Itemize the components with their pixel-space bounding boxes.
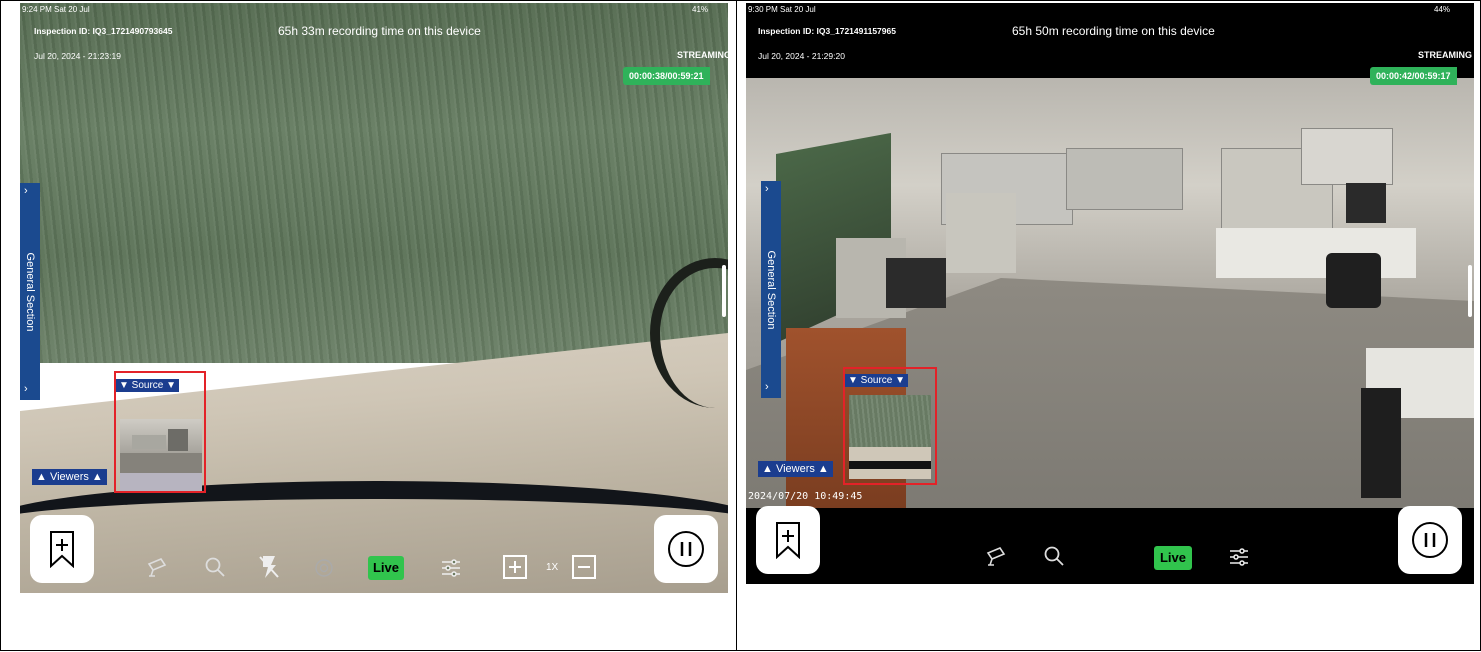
live-button[interactable]: Live	[368, 556, 404, 580]
inspection-datetime: Jul 20, 2024 - 21:29:20	[758, 51, 845, 61]
settings-sliders-icon[interactable]	[1227, 545, 1251, 569]
live-button[interactable]: Live	[1154, 546, 1192, 570]
camera-icon[interactable]	[984, 544, 1008, 568]
scroll-handle[interactable]	[722, 265, 726, 317]
battery-status: 41%	[692, 5, 709, 14]
chevron-right-icon: ›	[24, 383, 28, 395]
flash-off-icon[interactable]	[257, 553, 281, 581]
inspection-id: Inspection ID: IQ3_1721490793645	[34, 26, 173, 36]
bookmark-add-button[interactable]	[30, 515, 94, 583]
recording-time: 65h 50m recording time on this device	[1012, 24, 1215, 38]
bookmark-add-icon	[776, 522, 800, 559]
inspection-datetime: Jul 20, 2024 - 21:23:19	[34, 51, 121, 61]
status-time: 9:24 PM Sat 20 Jul	[22, 5, 90, 14]
bookmark-add-icon	[50, 531, 74, 568]
inspection-id: Inspection ID: IQ3_1721491157965	[758, 26, 896, 36]
chevron-right-icon: ›	[765, 381, 769, 393]
battery-status: 44%	[1434, 5, 1451, 14]
camera-date-stamp: 2024/07/20 10:49:45	[748, 491, 863, 502]
search-icon[interactable]	[203, 555, 227, 579]
camera-feed	[20, 3, 728, 363]
chevron-right-icon: ›	[765, 183, 769, 195]
streaming-status: STREAMING	[1418, 50, 1472, 60]
camera-icon[interactable]	[145, 555, 169, 579]
source-preview	[120, 419, 202, 473]
pause-button[interactable]	[654, 515, 718, 583]
left-screenshot: 9:24 PM Sat 20 Jul 41% Inspection ID: IQ…	[20, 3, 728, 593]
capture-icon[interactable]	[313, 557, 335, 579]
source-preview	[849, 395, 931, 479]
scroll-handle[interactable]	[1468, 265, 1472, 317]
pause-button[interactable]	[1398, 506, 1462, 574]
source-label[interactable]: ▼ Source ▼	[116, 379, 180, 392]
search-icon[interactable]	[1042, 544, 1066, 568]
status-time: 9:30 PM Sat 20 Jul	[748, 5, 816, 14]
general-section-tab[interactable]: › General Section ›	[20, 183, 40, 400]
chevron-right-icon: ›	[24, 185, 28, 197]
source-pip[interactable]: ▼ Source ▼	[843, 367, 937, 485]
bookmark-add-button[interactable]	[756, 506, 820, 574]
pause-icon	[1412, 522, 1448, 558]
recording-time: 65h 33m recording time on this device	[278, 24, 481, 38]
viewers-toggle[interactable]: ▲ Viewers ▲	[32, 469, 107, 485]
pause-icon	[668, 531, 704, 567]
source-pip[interactable]: ▼ Source ▼	[114, 371, 206, 493]
zoom-in-icon[interactable]	[502, 554, 528, 580]
viewers-toggle[interactable]: ▲ Viewers ▲	[758, 461, 833, 477]
zoom-level: 1X	[546, 562, 559, 573]
left-panel: 9:24 PM Sat 20 Jul 41% Inspection ID: IQ…	[0, 0, 737, 651]
settings-sliders-icon[interactable]	[439, 556, 463, 580]
zoom-out-icon[interactable]	[571, 554, 597, 580]
stream-timer: 00:00:38/00:59:21	[623, 67, 710, 85]
side-tab-label: General Section	[24, 252, 36, 331]
right-screenshot: 9:30 PM Sat 20 Jul 44% Inspection ID: IQ…	[746, 3, 1474, 584]
streaming-status: STREAMING	[677, 50, 728, 60]
source-label[interactable]: ▼ Source ▼	[845, 374, 909, 387]
side-tab-label: General Section	[765, 250, 777, 329]
general-section-tab[interactable]: › General Section ›	[761, 181, 781, 398]
right-panel: 9:30 PM Sat 20 Jul 44% Inspection ID: IQ…	[736, 0, 1481, 651]
stream-timer: 00:00:42/00:59:17	[1370, 67, 1457, 85]
